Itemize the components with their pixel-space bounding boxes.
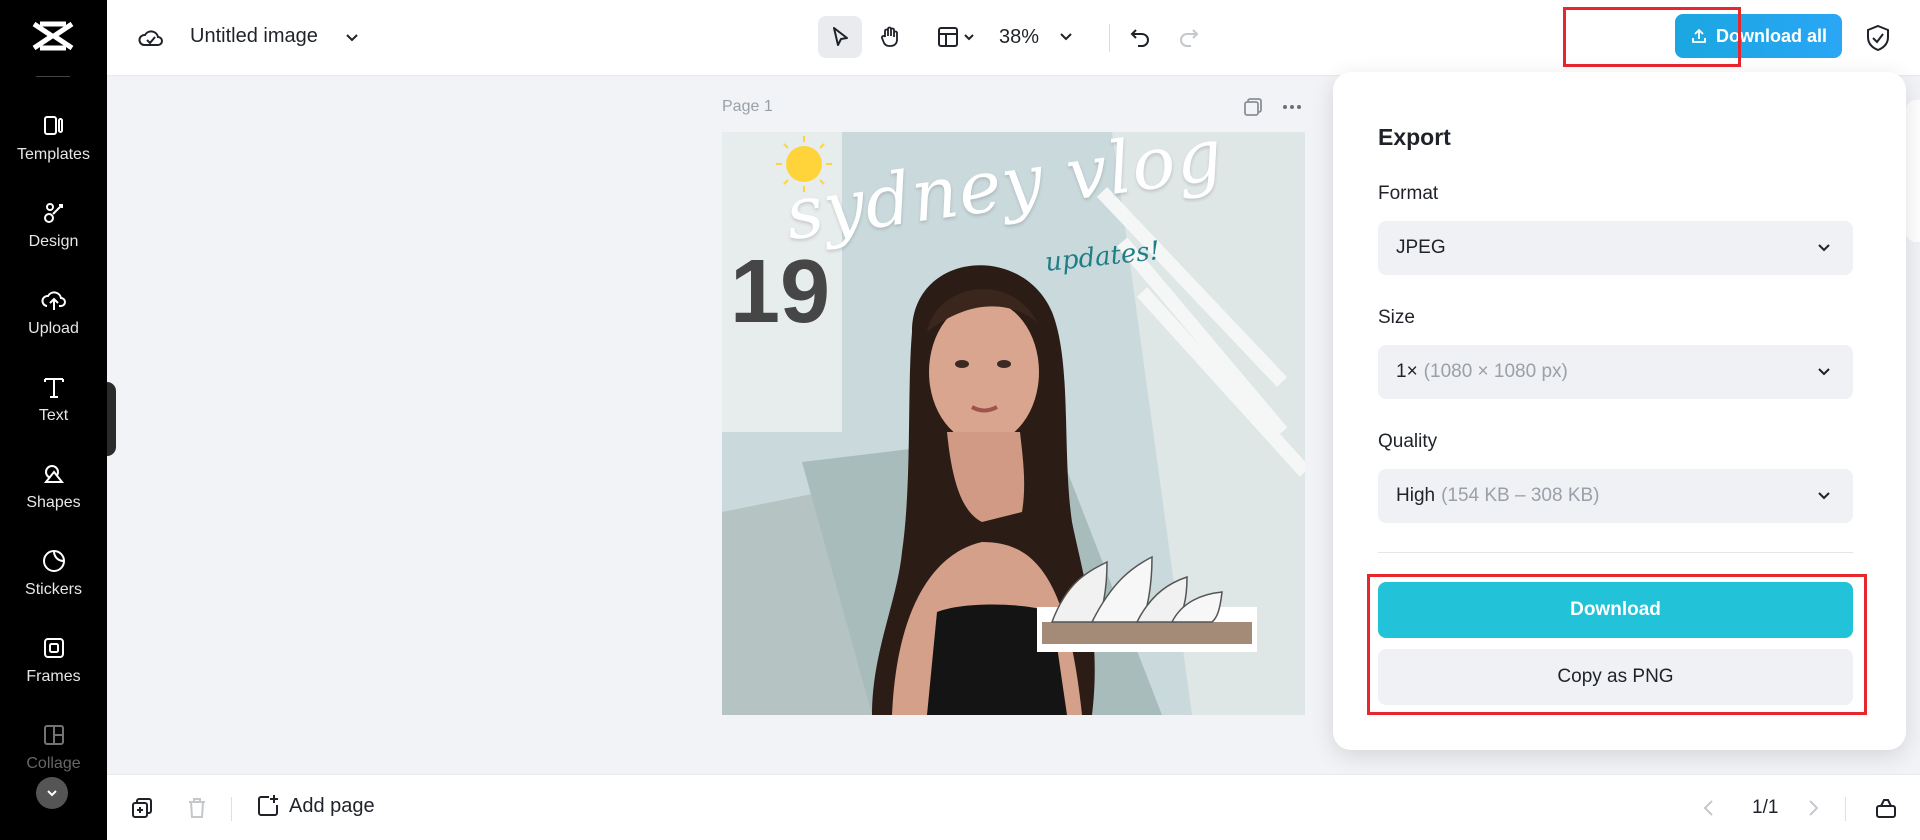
trash-icon[interactable]: [184, 795, 210, 821]
sidebar-item-upload[interactable]: Upload: [0, 286, 107, 356]
chevron-down-icon: [1818, 368, 1830, 376]
add-page-button[interactable]: Add page: [255, 793, 375, 819]
frames-icon: [43, 638, 64, 658]
previous-page-icon[interactable]: [1696, 795, 1722, 821]
quality-detail: (154 KB – 308 KB): [1441, 485, 1600, 506]
svg-text:19: 19: [730, 242, 830, 342]
format-label: Format: [1378, 183, 1439, 204]
sidebar-item-label: Upload: [28, 320, 79, 337]
sidebar-item-label: Collage: [26, 755, 81, 772]
chevron-down-icon[interactable]: [341, 27, 363, 49]
bottombar-divider: [231, 797, 232, 821]
zoom-level: 38%: [999, 25, 1040, 48]
layout-tool-button[interactable]: [927, 16, 985, 58]
page-label: Page 1: [722, 98, 773, 115]
bottom-toolbar: Add page 1/1: [107, 774, 1920, 840]
left-sidebar: Templates Design Upload Text Shapes Stic…: [0, 0, 107, 840]
redo-icon: [1180, 29, 1199, 47]
more-options-icon[interactable]: [1280, 96, 1304, 118]
download-all-button[interactable]: Download all: [1675, 14, 1842, 58]
layout-icon: [938, 27, 958, 47]
page-counter: 1/1: [1752, 797, 1779, 818]
export-panel: Export Format JPEG Size 1× (1080 × 1080 …: [1333, 72, 1906, 750]
chevron-down-icon: [964, 34, 974, 41]
sidebar-item-design[interactable]: Design: [0, 199, 107, 269]
capcut-logo-icon[interactable]: [30, 18, 76, 54]
page-manager-icon[interactable]: [1873, 795, 1899, 821]
next-page-icon[interactable]: [1800, 795, 1826, 821]
duplicate-page-icon[interactable]: [1242, 96, 1264, 118]
add-page-icon: [258, 795, 278, 816]
pointer-icon: [833, 27, 848, 46]
chevron-down-icon: [1060, 33, 1072, 41]
format-select[interactable]: JPEG: [1378, 221, 1853, 275]
download-all-label: Download all: [1715, 25, 1827, 46]
hidden-panel-edge: [1906, 100, 1920, 242]
panel-divider: [1378, 552, 1853, 553]
sidebar-item-label: Templates: [17, 146, 90, 163]
canvas-artboard[interactable]: 19 sydney vlog updates!: [722, 132, 1305, 715]
quality-label: Quality: [1378, 431, 1438, 452]
size-label: Size: [1378, 307, 1415, 328]
sidebar-item-shapes[interactable]: Shapes: [0, 460, 107, 530]
size-select[interactable]: 1× (1080 × 1080 px): [1378, 345, 1853, 399]
quality-select[interactable]: High (154 KB – 308 KB): [1378, 469, 1853, 523]
sidebar-item-stickers[interactable]: Stickers: [0, 547, 107, 617]
collage-icon: [43, 725, 64, 745]
hand-tool-button[interactable]: [869, 16, 911, 58]
toolbar-divider: [1109, 24, 1110, 52]
undo-icon: [1130, 29, 1149, 47]
quality-value: High: [1396, 485, 1436, 506]
redo-button[interactable]: [1169, 16, 1209, 58]
upload-icon: [40, 291, 66, 310]
sidebar-item-label: Shapes: [26, 494, 81, 511]
download-button[interactable]: Download: [1378, 582, 1853, 638]
format-value: JPEG: [1396, 237, 1446, 258]
sidebar-item-label: Frames: [26, 668, 81, 685]
undo-button[interactable]: [1120, 16, 1160, 58]
document-title[interactable]: Untitled image: [190, 25, 318, 48]
upload-icon: [1692, 28, 1706, 43]
size-detail: (1080 × 1080 px): [1423, 361, 1568, 382]
bottombar-divider: [1845, 797, 1846, 821]
copy-as-png-button[interactable]: Copy as PNG: [1378, 649, 1853, 705]
sidebar-scroll-down-button[interactable]: [36, 777, 68, 809]
stickers-icon: [42, 549, 65, 572]
size-value: 1×: [1396, 361, 1418, 382]
chevron-down-icon: [1818, 492, 1830, 500]
templates-icon: [43, 116, 63, 135]
sidebar-item-label: Text: [38, 407, 69, 424]
top-toolbar: Untitled image 38% Download all: [107, 0, 1920, 76]
zoom-dropdown[interactable]: 38%: [999, 16, 1099, 58]
design-icon: [43, 203, 63, 223]
hand-icon: [881, 26, 898, 47]
chevron-down-icon: [1818, 244, 1830, 252]
text-icon: [43, 378, 64, 398]
sidebar-item-frames[interactable]: Frames: [0, 634, 107, 704]
sidebar-item-label: Stickers: [25, 581, 82, 598]
add-page-copy-icon[interactable]: [129, 795, 155, 821]
select-tool-button[interactable]: [818, 16, 862, 58]
sidebar-item-label: Design: [28, 233, 79, 250]
cloud-sync-icon[interactable]: [137, 24, 165, 52]
shapes-icon: [43, 465, 64, 483]
add-page-label: Add page: [289, 794, 375, 817]
sidebar-item-templates[interactable]: Templates: [0, 112, 107, 182]
chevron-down-icon: [47, 790, 57, 797]
panel-collapse-handle[interactable]: [107, 382, 116, 456]
sidebar-item-text[interactable]: Text: [0, 373, 107, 443]
logo-divider: [36, 76, 70, 77]
shield-check-icon[interactable]: [1863, 23, 1893, 53]
export-title: Export: [1378, 124, 1451, 150]
